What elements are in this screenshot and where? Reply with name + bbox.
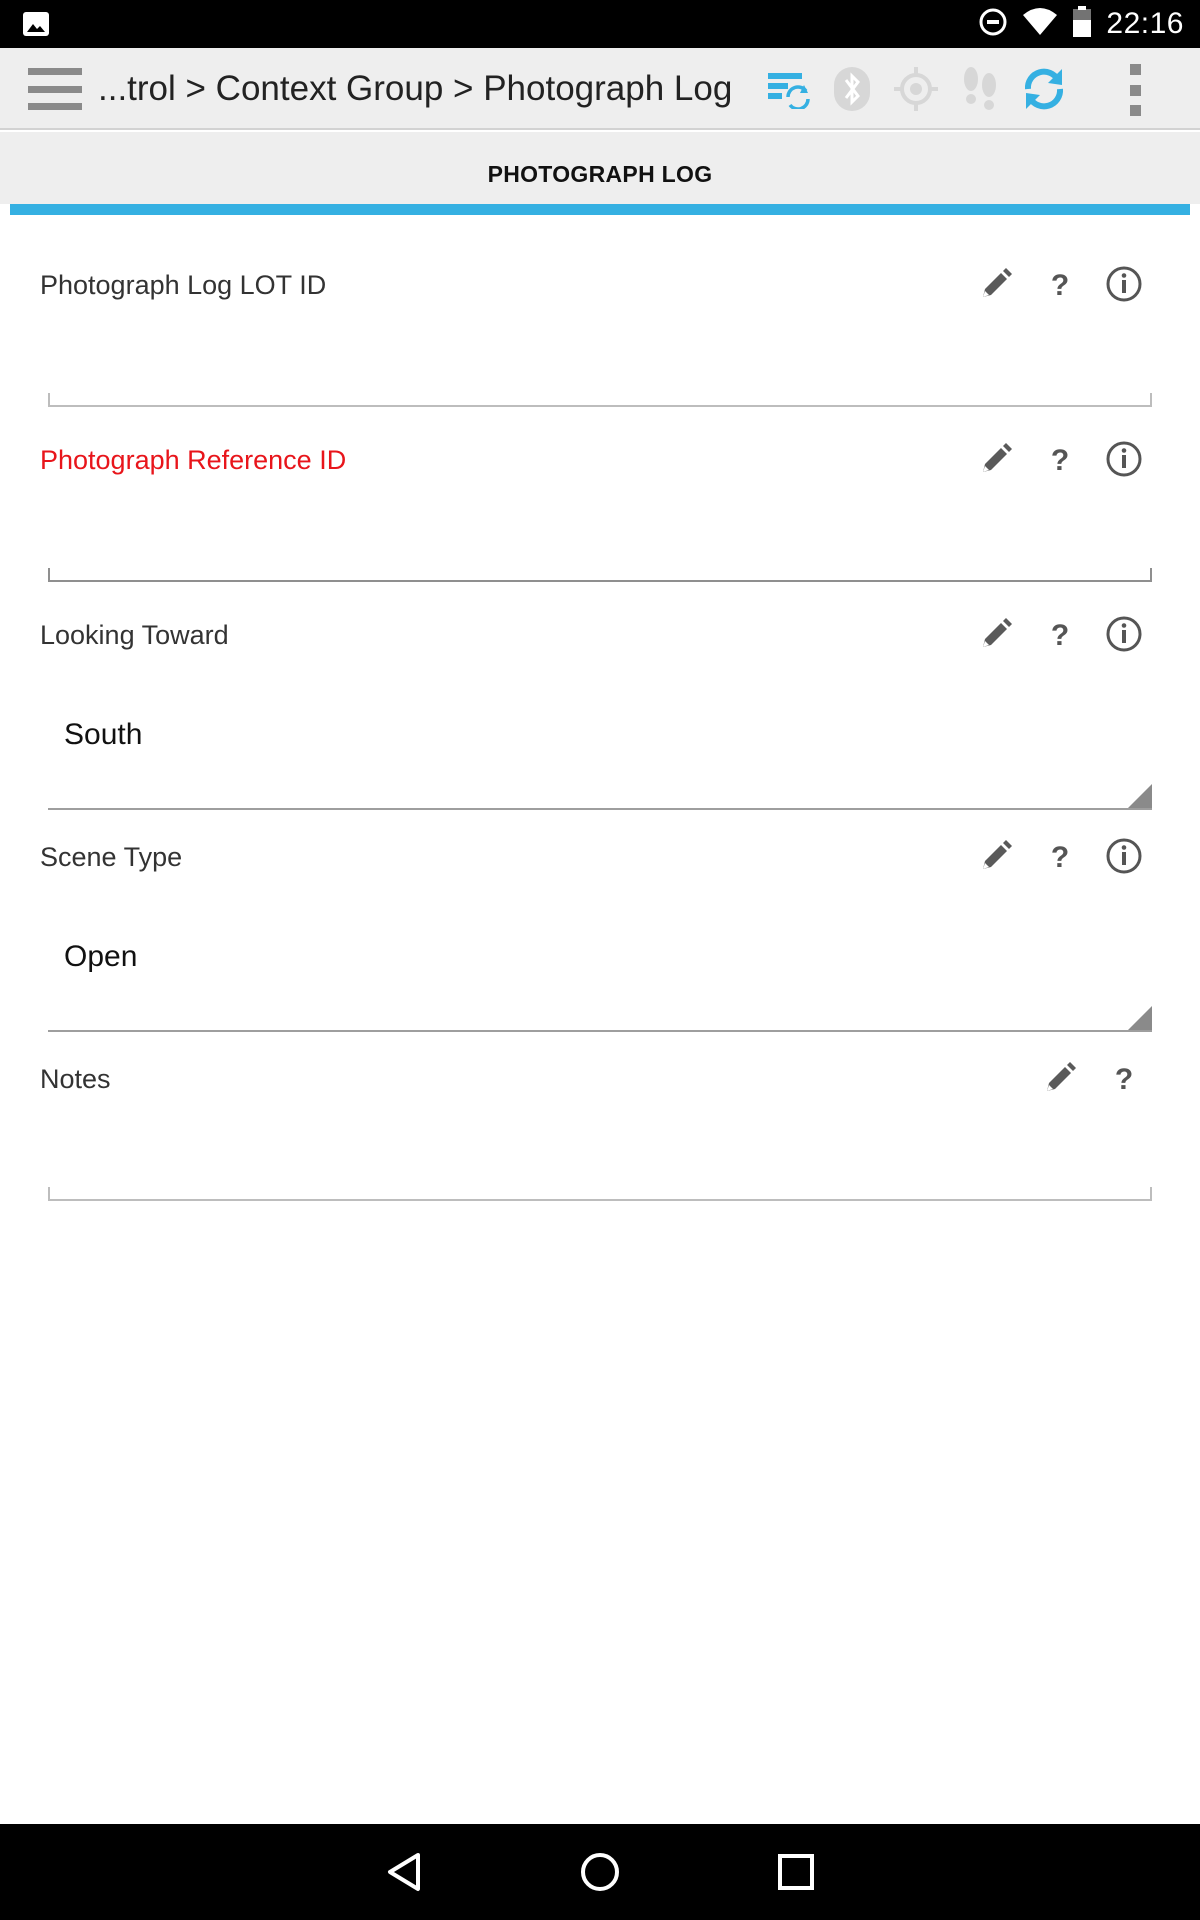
wifi-icon: [1022, 7, 1058, 42]
help-icon[interactable]: ?: [1034, 435, 1086, 483]
home-icon[interactable]: [570, 1842, 630, 1902]
field-label: Looking Toward: [40, 620, 229, 650]
select-value: South: [64, 718, 143, 751]
menu-icon[interactable]: [28, 68, 82, 110]
dropdown-caret-icon[interactable]: [1128, 784, 1152, 808]
sync-forms-icon[interactable]: [756, 57, 820, 121]
select-value: Open: [64, 940, 138, 973]
tab-photograph-log[interactable]: PHOTOGRAPH LOG: [0, 132, 1200, 204]
bluetooth-icon[interactable]: [820, 57, 884, 121]
pencil-icon[interactable]: [970, 832, 1022, 880]
scene-type-underline: [48, 1030, 1152, 1032]
help-icon[interactable]: ?: [1034, 832, 1086, 880]
form: Photograph Log LOT ID ? Photograph Refer…: [10, 215, 1190, 1825]
status-bar: 22:16: [0, 0, 1200, 48]
field-label: Scene Type: [40, 842, 183, 872]
back-icon[interactable]: [374, 1842, 434, 1902]
battery-icon: [1072, 5, 1092, 43]
lot-id-input[interactable]: [48, 393, 1152, 407]
gps-target-icon[interactable]: [884, 57, 948, 121]
dropdown-caret-icon[interactable]: [1128, 1006, 1152, 1030]
info-icon[interactable]: [1098, 260, 1150, 308]
pencil-icon[interactable]: [970, 435, 1022, 483]
info-icon[interactable]: [1098, 435, 1150, 483]
overflow-menu-icon[interactable]: [1120, 64, 1150, 116]
do-not-disturb-icon: [978, 7, 1008, 42]
pencil-icon[interactable]: [1034, 1054, 1086, 1102]
field-label: Photograph Reference ID: [40, 445, 347, 475]
image-notification-icon: [22, 10, 50, 43]
svg-text:?: ?: [1115, 1063, 1133, 1095]
action-bar: ...trol > Context Group > Photograph Log: [0, 48, 1200, 130]
info-icon[interactable]: [1098, 610, 1150, 658]
field-label: Notes: [40, 1064, 111, 1094]
looking-toward-underline: [48, 808, 1152, 810]
tab-indicator: [10, 204, 1190, 215]
reference-id-input[interactable]: [48, 568, 1152, 582]
field-label: Photograph Log LOT ID: [40, 270, 327, 300]
svg-text:?: ?: [1051, 269, 1069, 301]
status-clock: 22:16: [1106, 7, 1184, 40]
svg-text:?: ?: [1051, 619, 1069, 651]
info-icon[interactable]: [1098, 832, 1150, 880]
navigation-bar: [0, 1824, 1200, 1920]
notes-input[interactable]: [48, 1187, 1152, 1201]
recents-icon[interactable]: [766, 1842, 826, 1902]
breadcrumb: ...trol > Context Group > Photograph Log: [98, 69, 733, 108]
footsteps-icon[interactable]: [948, 57, 1012, 121]
svg-text:?: ?: [1051, 444, 1069, 476]
help-icon[interactable]: ?: [1034, 260, 1086, 308]
tab-header: PHOTOGRAPH LOG: [0, 132, 1200, 204]
help-icon[interactable]: ?: [1098, 1054, 1150, 1102]
refresh-icon[interactable]: [1012, 57, 1076, 121]
help-icon[interactable]: ?: [1034, 610, 1086, 658]
svg-text:?: ?: [1051, 841, 1069, 873]
pencil-icon[interactable]: [970, 260, 1022, 308]
pencil-icon[interactable]: [970, 610, 1022, 658]
